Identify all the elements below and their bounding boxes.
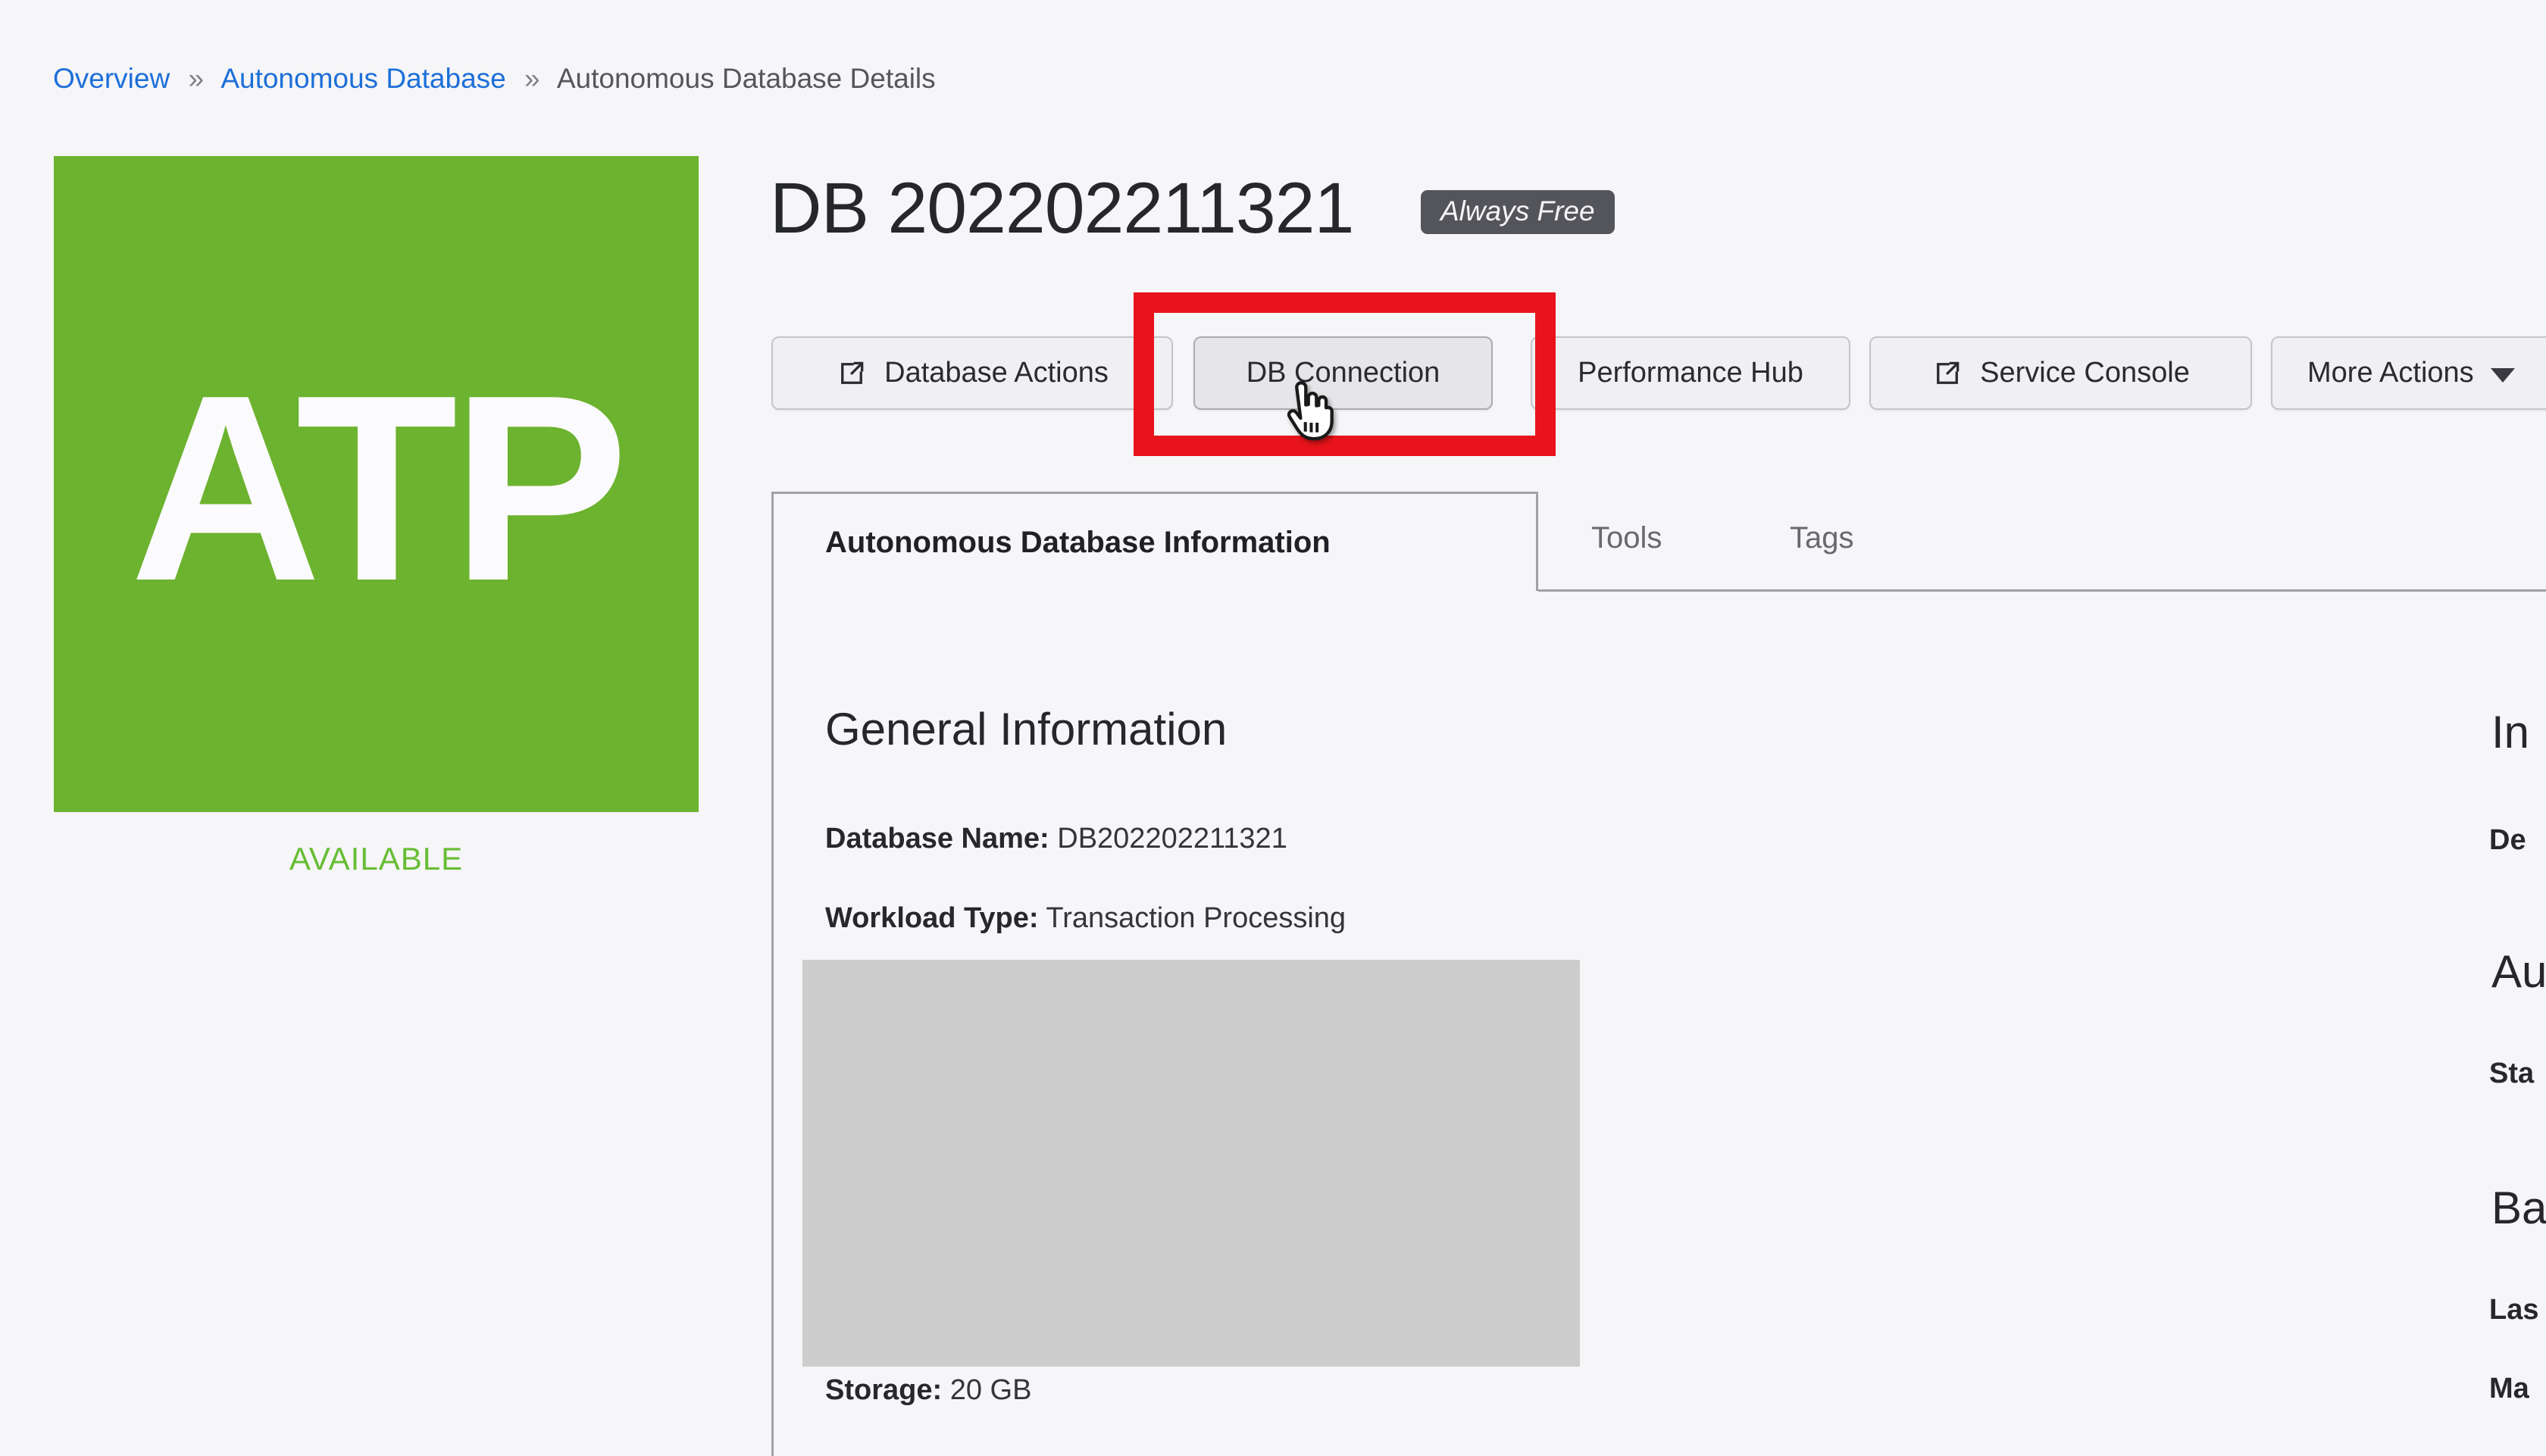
caret-down-icon — [2490, 368, 2515, 383]
tab-tools[interactable]: Tools — [1591, 521, 1662, 555]
breadcrumb-current-page: Autonomous Database Details — [556, 63, 936, 94]
more-actions-button[interactable]: More Actions — [2271, 336, 2546, 410]
tab-panel-left-border — [771, 591, 774, 1456]
tab-tags[interactable]: Tags — [1790, 521, 1854, 555]
performance-hub-label: Performance Hub — [1578, 357, 1803, 389]
right-column-label-clipped: Ma — [2489, 1373, 2529, 1404]
tab-panel-top-border — [1538, 589, 2546, 592]
storage-field: Storage: 20 GB — [825, 1374, 1031, 1407]
breadcrumb-link-overview[interactable]: Overview — [53, 63, 170, 94]
more-actions-label: More Actions — [2307, 357, 2474, 389]
right-column-label-clipped: Sta — [2489, 1058, 2535, 1089]
storage-label: Storage: — [825, 1374, 943, 1406]
external-link-icon — [841, 361, 864, 384]
right-column-heading-clipped: In — [2491, 707, 2530, 758]
workload-type-value: Transaction Processing — [1046, 902, 1347, 934]
database-name-field: Database Name: DB202202211321 — [825, 823, 1287, 855]
performance-hub-button[interactable]: Performance Hub — [1531, 336, 1850, 410]
breadcrumb-separator: » — [188, 63, 205, 94]
database-actions-label: Database Actions — [884, 357, 1109, 389]
db-connection-button[interactable]: DB Connection — [1193, 336, 1493, 410]
redacted-region — [802, 960, 1580, 1367]
right-column-heading-clipped: Au — [2491, 946, 2546, 997]
service-console-label: Service Console — [1980, 357, 2190, 389]
atp-logo-text: ATP — [130, 340, 628, 636]
page-title: DB 202202211321 — [770, 168, 1354, 248]
atp-logo: ATP — [54, 156, 699, 812]
tab-info-label: Autonomous Database Information — [825, 525, 1331, 559]
tab-autonomous-database-information[interactable]: Autonomous Database Information — [771, 492, 1538, 591]
database-actions-button[interactable]: Database Actions — [771, 336, 1173, 410]
general-information-heading: General Information — [825, 704, 1228, 755]
status-badge: AVAILABLE — [289, 841, 464, 876]
breadcrumb-separator: » — [524, 63, 540, 94]
breadcrumb: Overview » Autonomous Database » Autonom… — [53, 62, 936, 95]
database-name-value: DB202202211321 — [1057, 823, 1287, 855]
service-console-button[interactable]: Service Console — [1869, 336, 2252, 410]
adb-details-page: Overview » Autonomous Database » Autonom… — [0, 0, 2546, 1456]
right-column-label-clipped: De — [2489, 824, 2526, 856]
workload-type-field: Workload Type: Transaction Processing — [825, 902, 1346, 935]
db-connection-label: DB Connection — [1246, 357, 1440, 389]
right-column-heading-clipped: Ba — [2491, 1183, 2546, 1233]
database-name-label: Database Name: — [825, 823, 1049, 855]
right-column-label-clipped: Las — [2489, 1294, 2539, 1326]
workload-type-label: Workload Type: — [825, 902, 1039, 934]
always-free-badge: Always Free — [1421, 190, 1615, 234]
breadcrumb-link-autonomous-database[interactable]: Autonomous Database — [221, 63, 505, 94]
external-link-icon — [1937, 361, 1960, 384]
storage-value: 20 GB — [949, 1374, 1032, 1406]
